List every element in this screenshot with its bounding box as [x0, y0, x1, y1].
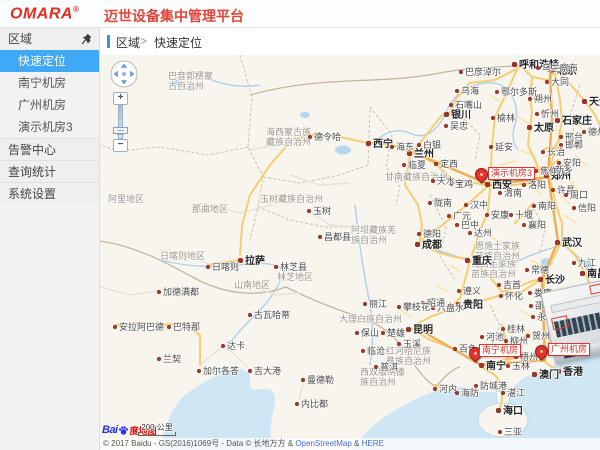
- baidu-paw-icon: [118, 425, 129, 436]
- sidebar-item-6[interactable]: 查询统计: [0, 160, 99, 182]
- zoom-out-button[interactable]: −: [113, 139, 128, 152]
- pin-icon: [80, 32, 94, 46]
- sidebar-item-1[interactable]: 快速定位: [0, 50, 99, 72]
- scale-label: 200 公里: [138, 423, 176, 432]
- map-canvas[interactable]: 巴音郭楞蒙 古自治州海西蒙古族 藏族自治州阿里地区那曲地区玉树藏族自治州日喀则地…: [100, 55, 600, 450]
- breadcrumb-root[interactable]: 区域: [116, 34, 140, 51]
- brand-logo: OMARA®: [10, 5, 79, 23]
- sidebar-item-label: 演示机房3: [18, 120, 73, 134]
- sidebar-item-label: 快速定位: [18, 54, 66, 68]
- breadcrumb-current: 快速定位: [154, 34, 202, 51]
- map-marker-label-1[interactable]: 南宁机房: [479, 344, 521, 357]
- sidebar-item-5[interactable]: 告警中心: [0, 138, 99, 160]
- baidu-logo-latin: Bai: [102, 424, 118, 436]
- map-attribution: © 2017 Baidu - GS(2016)1069号 - Data © 长地…: [100, 438, 600, 450]
- map-markers-layer: 演示机房3 南宁机房 广州机房: [100, 55, 600, 450]
- attribution-here-link[interactable]: HERE: [362, 439, 384, 448]
- sidebar-item-2[interactable]: 南宁机房: [0, 72, 99, 94]
- sidebar-item-label: 南宁机房: [18, 76, 66, 90]
- registered-mark: ®: [73, 5, 79, 14]
- zoom-slider-handle[interactable]: [113, 127, 128, 134]
- sidebar-item-3[interactable]: 广州机房: [0, 94, 99, 116]
- sidebar-item-label: 广州机房: [18, 98, 66, 112]
- map-scale: 200 公里: [138, 423, 176, 436]
- map-marker-label-2[interactable]: 广州机房: [548, 343, 590, 356]
- sidebar-item-0[interactable]: 区域: [0, 28, 99, 50]
- map-marker-label-0[interactable]: 演示机房3: [488, 167, 535, 180]
- compass-icon: [110, 60, 138, 88]
- breadcrumb-accent-bar: [107, 35, 110, 48]
- app-window: OMARA® 迈世设备集中管理平台 区域快速定位南宁机房广州机房演示机房3告警中…: [0, 0, 600, 450]
- sidebar-item-4[interactable]: 演示机房3: [0, 116, 99, 138]
- map-pan-control[interactable]: [110, 60, 138, 88]
- attribution-osm-link[interactable]: OpenStreetMap: [295, 439, 351, 448]
- sidebar-menu: 区域快速定位南宁机房广州机房演示机房3 告警中心查询统计系统设置: [0, 28, 100, 450]
- breadcrumb: 区域 > 快速定位: [100, 28, 600, 55]
- zoom-in-button[interactable]: +: [113, 92, 128, 105]
- scale-bar: [138, 432, 176, 436]
- sidebar-item-label: 区域: [8, 32, 32, 46]
- sidebar-item-label: 查询统计: [8, 165, 56, 179]
- page-title: 迈世设备集中管理平台: [104, 6, 244, 26]
- attribution-text: © 2017 Baidu - GS(2016)1069号 - Data © 长地…: [103, 439, 295, 448]
- sidebar-item-label: 系统设置: [8, 187, 56, 201]
- top-bar: OMARA® 迈世设备集中管理平台: [0, 0, 600, 28]
- attribution-text: &: [352, 439, 362, 448]
- sidebar-item-label: 告警中心: [8, 143, 56, 157]
- sidebar-item-7[interactable]: 系统设置: [0, 182, 99, 204]
- breadcrumb-separator: >: [140, 34, 147, 48]
